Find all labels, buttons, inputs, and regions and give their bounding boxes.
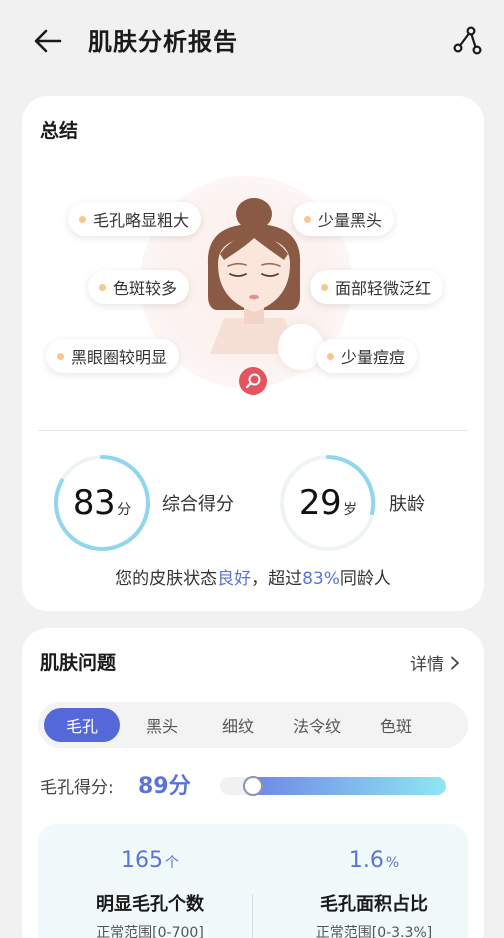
pore-stats-panel: 165 个 明显毛孔个数 正常范围[0-700] 1.6% 毛孔面积占比 正常范围… [38, 824, 468, 938]
details-link[interactable]: 详情 [410, 650, 462, 675]
tag-dot [327, 352, 334, 360]
tab-blackheads[interactable]: 黑头 [124, 708, 200, 742]
chevron-right-icon [451, 656, 459, 669]
tag-dot [304, 215, 311, 223]
pore-score-fill [242, 777, 446, 795]
share-icon[interactable] [450, 24, 484, 58]
score-label: 综合得分 [162, 494, 234, 515]
pore-area-label: 毛孔面积占比 [320, 894, 428, 915]
tab-fine-lines[interactable]: 细纹 [200, 708, 276, 742]
page-title: 肌肤分析报告 [88, 28, 238, 56]
issues-title: 肌肤问题 [40, 652, 117, 674]
summary-tag: 少量痘痘 [316, 339, 418, 373]
tag-dot [321, 283, 328, 291]
score-value: 83 [72, 483, 116, 523]
pore-count-value: 165 个 [121, 848, 179, 873]
summary-title: 总结 [40, 120, 79, 142]
arrow-left-icon[interactable] [32, 24, 66, 58]
summary-tag: 面部轻微泛红 [310, 270, 444, 304]
pore-count-range: 正常范围[0-700] [96, 925, 204, 938]
pore-score-value: 89分 [138, 774, 191, 799]
tag-dot [57, 352, 64, 360]
stats-divider [252, 894, 253, 938]
pore-area-value: 1.6% [348, 848, 400, 873]
tag-dot [79, 215, 86, 223]
summary-tag: 少量黑头 [293, 202, 395, 236]
tab-nasolabial-folds[interactable]: 法令纹 [276, 708, 358, 742]
status-percent: 83% [302, 569, 340, 589]
magnifier-icon[interactable] [239, 367, 267, 395]
tag-dot [99, 283, 106, 291]
status-level: 良好 [217, 569, 252, 589]
age-unit: 岁 [343, 502, 358, 518]
pore-area-range: 正常范围[0-3.3%] [315, 925, 433, 938]
summary-divider [38, 430, 468, 431]
skin-issues-card: 肌肤问题 详情 毛孔 黑头 细纹 法令纹 色斑 毛孔得分: 89分 165 个 明… [22, 628, 484, 938]
summary-tag: 毛孔略显粗大 [68, 202, 202, 236]
score-ring: 83 分 [50, 451, 154, 555]
age-ring: 29 岁 [276, 451, 380, 555]
app-header: 肌肤分析报告 [0, 0, 504, 84]
pore-score-bar [220, 776, 446, 796]
skin-status-text: 您的皮肤状态良好，超过83%同龄人 [115, 569, 391, 589]
summary-card: 总结 毛孔略显粗大 少量黑头 色斑较多 面部轻微泛红 黑眼圈较明显 少量痘痘 8… [22, 96, 484, 611]
tab-spots[interactable]: 色斑 [358, 708, 434, 742]
summary-tag: 黑眼圈较明显 [46, 339, 180, 373]
pore-score-thumb [242, 776, 263, 796]
issue-tabs: 毛孔 黑头 细纹 法令纹 色斑 [38, 702, 468, 748]
pore-count-label: 明显毛孔个数 [96, 894, 204, 915]
score-unit: 分 [117, 502, 132, 518]
pore-score-label: 毛孔得分: [40, 778, 114, 798]
age-label: 肤龄 [389, 494, 425, 515]
summary-tag: 色斑较多 [88, 270, 190, 304]
tab-pores[interactable]: 毛孔 [44, 708, 120, 742]
age-value: 29 [298, 483, 342, 523]
